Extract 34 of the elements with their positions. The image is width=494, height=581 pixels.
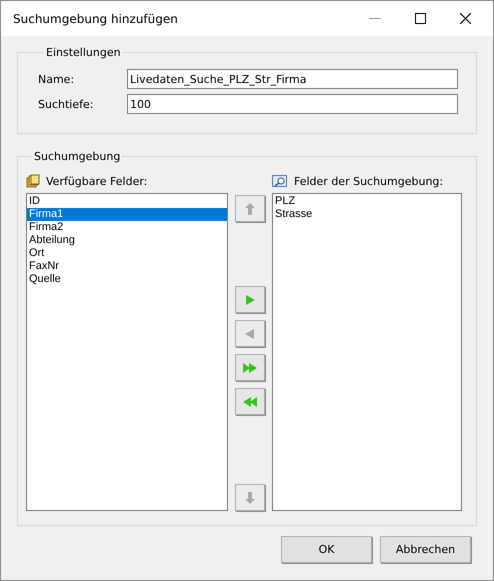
group-title: Suchumgebung [33,150,122,163]
ok-button[interactable]: OK [281,536,372,563]
left-triangle-icon [243,326,257,340]
list-item[interactable]: ID [27,195,227,208]
add-all-button[interactable] [235,354,265,381]
double-right-triangle-icon [243,360,257,374]
field-label: Suchtiefe: [38,98,94,110]
list-label: Verfügbare Felder: [46,174,148,188]
down-arrow-icon [243,490,257,504]
group-title: Einstellungen [45,46,122,59]
list-item[interactable]: Ort [27,247,227,260]
list-item[interactable]: Firma1 [27,208,227,221]
close-icon[interactable] [460,13,471,24]
list-item[interactable]: PLZ [273,195,461,208]
double-left-triangle-icon [243,394,257,408]
input-field[interactable]: 100 [127,94,458,114]
minimize-icon[interactable] [369,18,381,20]
up-arrow-icon [243,202,257,216]
field-label: Name: [38,72,76,86]
window-title: Suchumgebung hinzufügen [13,12,179,26]
add-button[interactable] [235,286,265,313]
list-item[interactable]: FaxNr [27,260,227,273]
folder-icon [26,174,40,188]
remove-all-button[interactable] [235,388,265,415]
search-list-icon [272,174,288,188]
right-triangle-icon [243,292,257,306]
input-field[interactable]: Livedaten_Suche_PLZ_Str_Firma [127,69,458,89]
list-item[interactable]: Quelle [27,273,227,286]
list-label: Felder der Suchumgebung: [294,174,444,188]
list-item[interactable]: Firma2 [27,221,227,234]
maximize-icon[interactable] [415,13,426,24]
list-item[interactable]: Strasse [273,208,461,221]
list-item[interactable]: Abteilung [27,234,227,247]
cancel-button[interactable]: Abbrechen [380,536,471,563]
